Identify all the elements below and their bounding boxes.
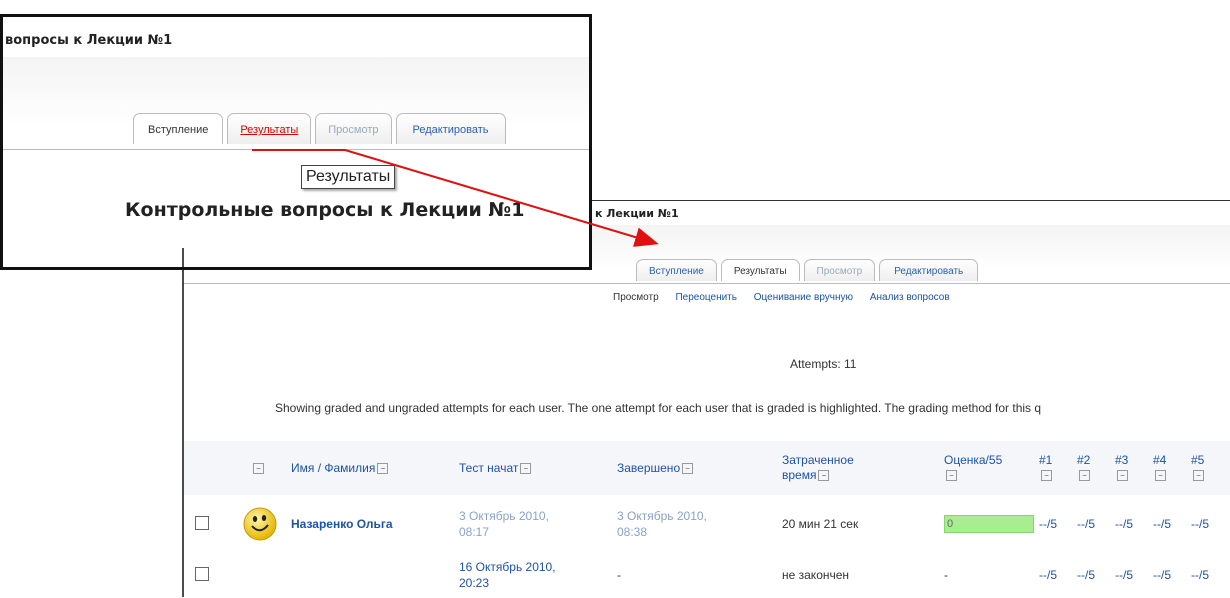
question-mark[interactable]: --/5 (1153, 553, 1191, 597)
time-taken: 20 мин 21 сек (782, 517, 859, 531)
tab-edit[interactable]: Редактировать (879, 259, 979, 281)
header-q3[interactable]: #3 (1115, 453, 1128, 467)
question-mark[interactable]: --/5 (1115, 553, 1153, 597)
row-checkbox[interactable] (195, 566, 209, 581)
collapse-icon[interactable]: − (682, 463, 694, 475)
results-window-title: к Лекции №1 (595, 207, 679, 220)
grade-value: - (944, 568, 948, 582)
question-mark[interactable]: --/5 (1191, 495, 1230, 553)
collapse-icon[interactable]: − (1117, 470, 1128, 482)
collapse-icon[interactable]: − (1041, 470, 1052, 482)
table-row: Назаренко Ольга 3 Октябрь 2010, 08:17 3 О… (183, 495, 1230, 553)
header-q4[interactable]: #4 (1153, 453, 1166, 467)
header-name[interactable]: Имя / Фамилия (291, 461, 375, 475)
question-mark[interactable]: --/5 (1077, 553, 1115, 597)
header-grade[interactable]: Оценка/55 (944, 453, 1002, 467)
subtab-regrade[interactable]: Переоценить (675, 292, 737, 303)
subtab-item-analysis[interactable]: Анализ вопросов (870, 292, 950, 303)
end-date: 3 Октябрь 2010, (617, 509, 707, 523)
start-time[interactable]: 08:17 (459, 525, 489, 539)
header-q1[interactable]: #1 (1039, 453, 1052, 467)
tooltip: Результаты (301, 165, 396, 189)
question-mark[interactable]: --/5 (1039, 553, 1077, 597)
tab-intro[interactable]: Вступление (636, 259, 717, 281)
subtab-bar: Просмотр Переоценить Оценивание вручную … (613, 292, 950, 303)
collapse-icon[interactable]: − (520, 463, 532, 475)
results-table: − Имя / Фамилия − Тест начат − Завершено − … (183, 441, 1230, 597)
question-mark[interactable]: --/5 (1039, 495, 1077, 553)
header-q5[interactable]: #5 (1191, 453, 1204, 467)
grade-value: 0 (947, 518, 954, 530)
results-tab-bar: Вступление Результаты Просмотр Редактиро… (636, 259, 982, 281)
start-date[interactable]: 16 Октябрь 2010, (459, 560, 556, 574)
zoom-window-title: вопросы к Лекции №1 (5, 33, 173, 48)
header-q2[interactable]: #2 (1077, 453, 1090, 467)
question-mark[interactable]: --/5 (1115, 495, 1153, 553)
header-completed[interactable]: Завершено (617, 461, 680, 475)
collapse-icon[interactable]: − (1155, 470, 1166, 482)
question-mark[interactable]: --/5 (1153, 495, 1191, 553)
tab-preview[interactable]: Просмотр (803, 259, 876, 281)
end-date: - (617, 568, 621, 582)
time-taken: не закончен (782, 568, 850, 582)
student-name[interactable]: Назаренко Ольга (291, 517, 393, 531)
question-mark[interactable]: --/5 (1077, 495, 1115, 553)
student-name (291, 553, 459, 597)
collapse-icon[interactable]: − (946, 470, 957, 482)
start-time[interactable]: 20:23 (459, 576, 489, 590)
grade-cell: 0 (944, 515, 1034, 533)
header-started[interactable]: Тест начат (459, 461, 518, 475)
page-heading: Контрольные вопросы к Лекции №1 (125, 199, 525, 221)
zoom-tab-bar: Вступление Результаты Просмотр Редактиро… (133, 113, 510, 144)
end-time: 08:38 (617, 525, 648, 539)
subtab-manual-grading[interactable]: Оценивание вручную (754, 292, 853, 303)
question-mark[interactable]: --/5 (1191, 553, 1230, 597)
row-checkbox[interactable] (195, 515, 209, 530)
tab-intro[interactable]: Вступление (133, 113, 224, 144)
info-text: Showing graded and ungraded attempts for… (275, 401, 1042, 415)
header-time[interactable]: Затраченное (782, 453, 854, 467)
tab-preview[interactable]: Просмотр (315, 113, 392, 144)
tab-results[interactable]: Результаты (227, 113, 312, 144)
attempts-count: Attempts: 11 (790, 357, 857, 371)
tab-edit[interactable]: Редактировать (395, 113, 506, 144)
collapse-icon[interactable]: − (1193, 470, 1204, 482)
collapse-icon[interactable]: − (253, 463, 264, 475)
collapse-icon[interactable]: − (818, 470, 830, 482)
subtab-view[interactable]: Просмотр (613, 292, 659, 303)
avatar (243, 507, 277, 541)
tab-results[interactable]: Результаты (720, 259, 800, 281)
start-date[interactable]: 3 Октябрь 2010, (459, 509, 549, 523)
table-row: 16 Октябрь 2010, 20:23 - не закончен - --… (183, 553, 1230, 597)
table-header: − Имя / Фамилия − Тест начат − Завершено − … (183, 441, 1230, 495)
collapse-icon[interactable]: − (1079, 470, 1090, 482)
header-time-2[interactable]: время (782, 468, 816, 482)
zoom-window: вопросы к Лекции №1 Вступление Результат… (0, 14, 592, 270)
collapse-icon[interactable]: − (377, 463, 389, 475)
